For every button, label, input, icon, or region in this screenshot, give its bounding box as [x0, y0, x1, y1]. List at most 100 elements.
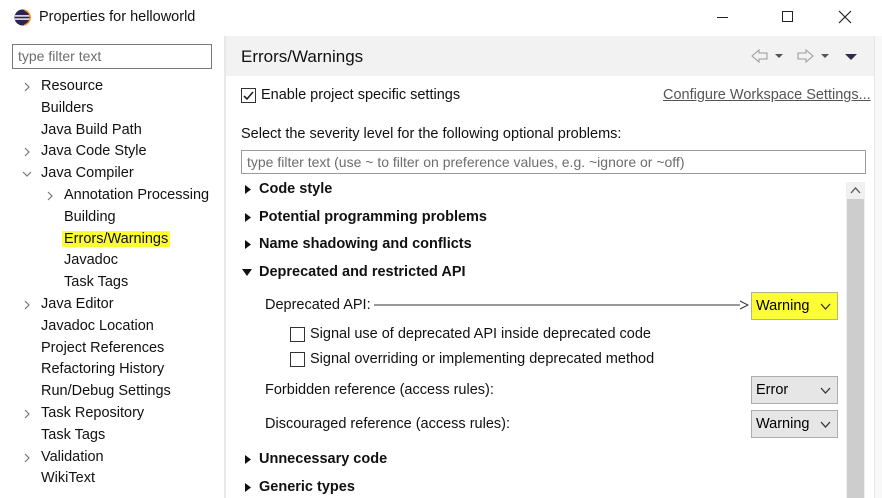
collapsed-triangle-icon	[245, 185, 251, 194]
chevron-right-icon[interactable]	[22, 453, 32, 463]
tree-item-label: Task Tags	[64, 274, 129, 291]
tree-item-javadoc-location[interactable]: Javadoc Location	[41, 316, 154, 336]
enable-project-settings-label: Enable project specific settings	[261, 87, 461, 103]
tree-item-label: Errors/Warnings	[62, 230, 171, 247]
tree-item-java-editor[interactable]: Java Editor	[41, 294, 114, 314]
maximize-button[interactable]	[765, 0, 811, 34]
tree-filter-input[interactable]: type filter text	[12, 44, 212, 69]
deprecated-api-select[interactable]: Warning	[751, 292, 838, 320]
chevron-right-icon[interactable]	[22, 300, 32, 310]
chevron-right-icon[interactable]	[22, 82, 32, 92]
tree-item-label: Refactoring History	[41, 361, 165, 378]
tree-item-builders[interactable]: Builders	[41, 98, 93, 118]
tree-item-run-debug-settings[interactable]: Run/Debug Settings	[41, 381, 171, 401]
deprecated-api-label: Deprecated API:	[265, 297, 371, 313]
chevron-down-icon[interactable]	[22, 169, 32, 179]
tree-item-label: Java Build Path	[41, 121, 142, 138]
title-bar: Properties for helloworld	[0, 0, 882, 36]
section-unnecessary-code[interactable]: Unnecessary code	[259, 451, 387, 467]
tree-item-task-tags[interactable]: Task Tags	[64, 272, 128, 292]
configure-workspace-link[interactable]: Configure Workspace Settings...	[663, 87, 871, 103]
checkmark-icon	[243, 91, 254, 101]
leader-arrow-icon	[374, 300, 749, 310]
discouraged-reference-select[interactable]: Warning	[751, 410, 838, 438]
back-arrow-icon[interactable]	[750, 48, 786, 64]
collapsed-triangle-icon	[245, 455, 251, 464]
section-generic-types[interactable]: Generic types	[259, 479, 355, 495]
tree-item-label: Run/Debug Settings	[41, 383, 171, 400]
tree-item-label: Building	[64, 208, 116, 225]
tree-item-label: Javadoc	[64, 252, 119, 269]
chevron-down-icon	[820, 387, 831, 394]
window-edge	[874, 36, 882, 498]
tree-item-label: Validation	[41, 448, 104, 465]
collapsed-triangle-icon	[245, 483, 251, 492]
forbidden-reference-select[interactable]: Error	[751, 376, 838, 404]
tree-item-label: Javadoc Location	[41, 317, 154, 334]
page-title: Errors/Warnings	[241, 47, 364, 66]
tree-item-javadoc[interactable]: Javadoc	[64, 250, 118, 270]
window-title: Properties for helloworld	[39, 9, 196, 25]
section-potential-problems[interactable]: Potential programming problems	[259, 209, 487, 225]
tree-item-label: Task Tags	[41, 426, 106, 443]
tree-item-label: WikiText	[41, 470, 95, 487]
eclipse-app-icon	[14, 9, 31, 26]
minimize-icon	[717, 17, 728, 18]
tree-item-refactoring-history[interactable]: Refactoring History	[41, 359, 164, 379]
chevron-right-icon[interactable]	[22, 147, 32, 157]
section-code-style[interactable]: Code style	[259, 181, 332, 197]
options-filter-input[interactable]: type filter text (use ~ to filter on pre…	[241, 150, 866, 174]
vertical-scrollbar[interactable]	[846, 182, 865, 498]
tree-item-java-compiler[interactable]: Java Compiler	[41, 163, 134, 183]
discouraged-reference-value: Warning	[756, 416, 810, 432]
tree-item-label: Builders	[41, 99, 94, 116]
tree-item-building[interactable]: Building	[64, 207, 116, 227]
forbidden-reference-label: Forbidden reference (access rules):	[265, 382, 494, 398]
signal-inside-deprecated-label: Signal use of deprecated API inside depr…	[310, 326, 651, 342]
close-icon	[838, 10, 852, 24]
tree-item-label: Task Repository	[41, 405, 145, 421]
enable-project-settings-checkbox[interactable]	[241, 88, 256, 103]
close-button[interactable]	[822, 0, 868, 34]
deprecated-api-value: Warning	[756, 298, 810, 314]
tree-item-wikitext[interactable]: WikiText	[41, 468, 95, 488]
section-deprecated-api[interactable]: Deprecated and restricted API	[259, 264, 466, 280]
page-header: Errors/Warnings	[226, 36, 882, 76]
tree-item-label: Java Editor	[41, 296, 114, 312]
tree-item-task-repository[interactable]: Task Repository	[41, 403, 144, 423]
signal-override-deprecated-checkbox[interactable]	[290, 352, 305, 367]
collapsed-triangle-icon	[245, 213, 251, 222]
view-menu-icon[interactable]	[844, 48, 858, 64]
collapsed-triangle-icon	[245, 240, 251, 249]
chevron-down-icon	[820, 303, 831, 310]
tree-item-validation[interactable]: Validation	[41, 447, 104, 467]
scroll-up-icon[interactable]	[850, 186, 861, 194]
severity-prompt: Select the severity level for the follow…	[241, 126, 622, 142]
maximize-icon	[782, 11, 793, 22]
tree-item-errors-warnings[interactable]: Errors/Warnings	[62, 229, 171, 249]
chevron-down-icon	[820, 421, 831, 428]
signal-inside-deprecated-checkbox[interactable]	[290, 327, 305, 342]
discouraged-reference-label: Discouraged reference (access rules):	[265, 416, 510, 432]
chevron-right-icon[interactable]	[45, 191, 55, 201]
tree-item-label: Project References	[41, 339, 165, 356]
tree-item-java-build-path[interactable]: Java Build Path	[41, 120, 142, 140]
section-name-shadowing[interactable]: Name shadowing and conflicts	[259, 236, 472, 252]
tree-item-resource[interactable]: Resource	[41, 76, 103, 96]
tree-item-label: Resource	[41, 78, 104, 94]
property-page-tree: type filter text Resource Builders Java Bu…	[0, 36, 224, 498]
expanded-triangle-icon	[242, 269, 252, 276]
tree-item-label: Java Compiler	[41, 165, 134, 182]
minimize-button[interactable]	[700, 0, 746, 34]
tree-item-label: Java Code Style	[41, 143, 147, 160]
tree-item-label: Annotation Processing	[64, 187, 210, 203]
tree-item-annotation-processing[interactable]: Annotation Processing	[64, 185, 209, 205]
chevron-right-icon[interactable]	[22, 409, 32, 419]
forbidden-reference-value: Error	[756, 382, 789, 398]
tree-item-task-tags[interactable]: Task Tags	[41, 425, 105, 445]
tree-item-project-references[interactable]: Project References	[41, 338, 164, 358]
tree-item-java-code-style[interactable]: Java Code Style	[41, 141, 147, 161]
forward-arrow-icon[interactable]	[796, 48, 832, 64]
scrollbar-thumb[interactable]	[847, 199, 864, 498]
signal-override-deprecated-label: Signal overriding or implementing deprec…	[310, 351, 655, 367]
